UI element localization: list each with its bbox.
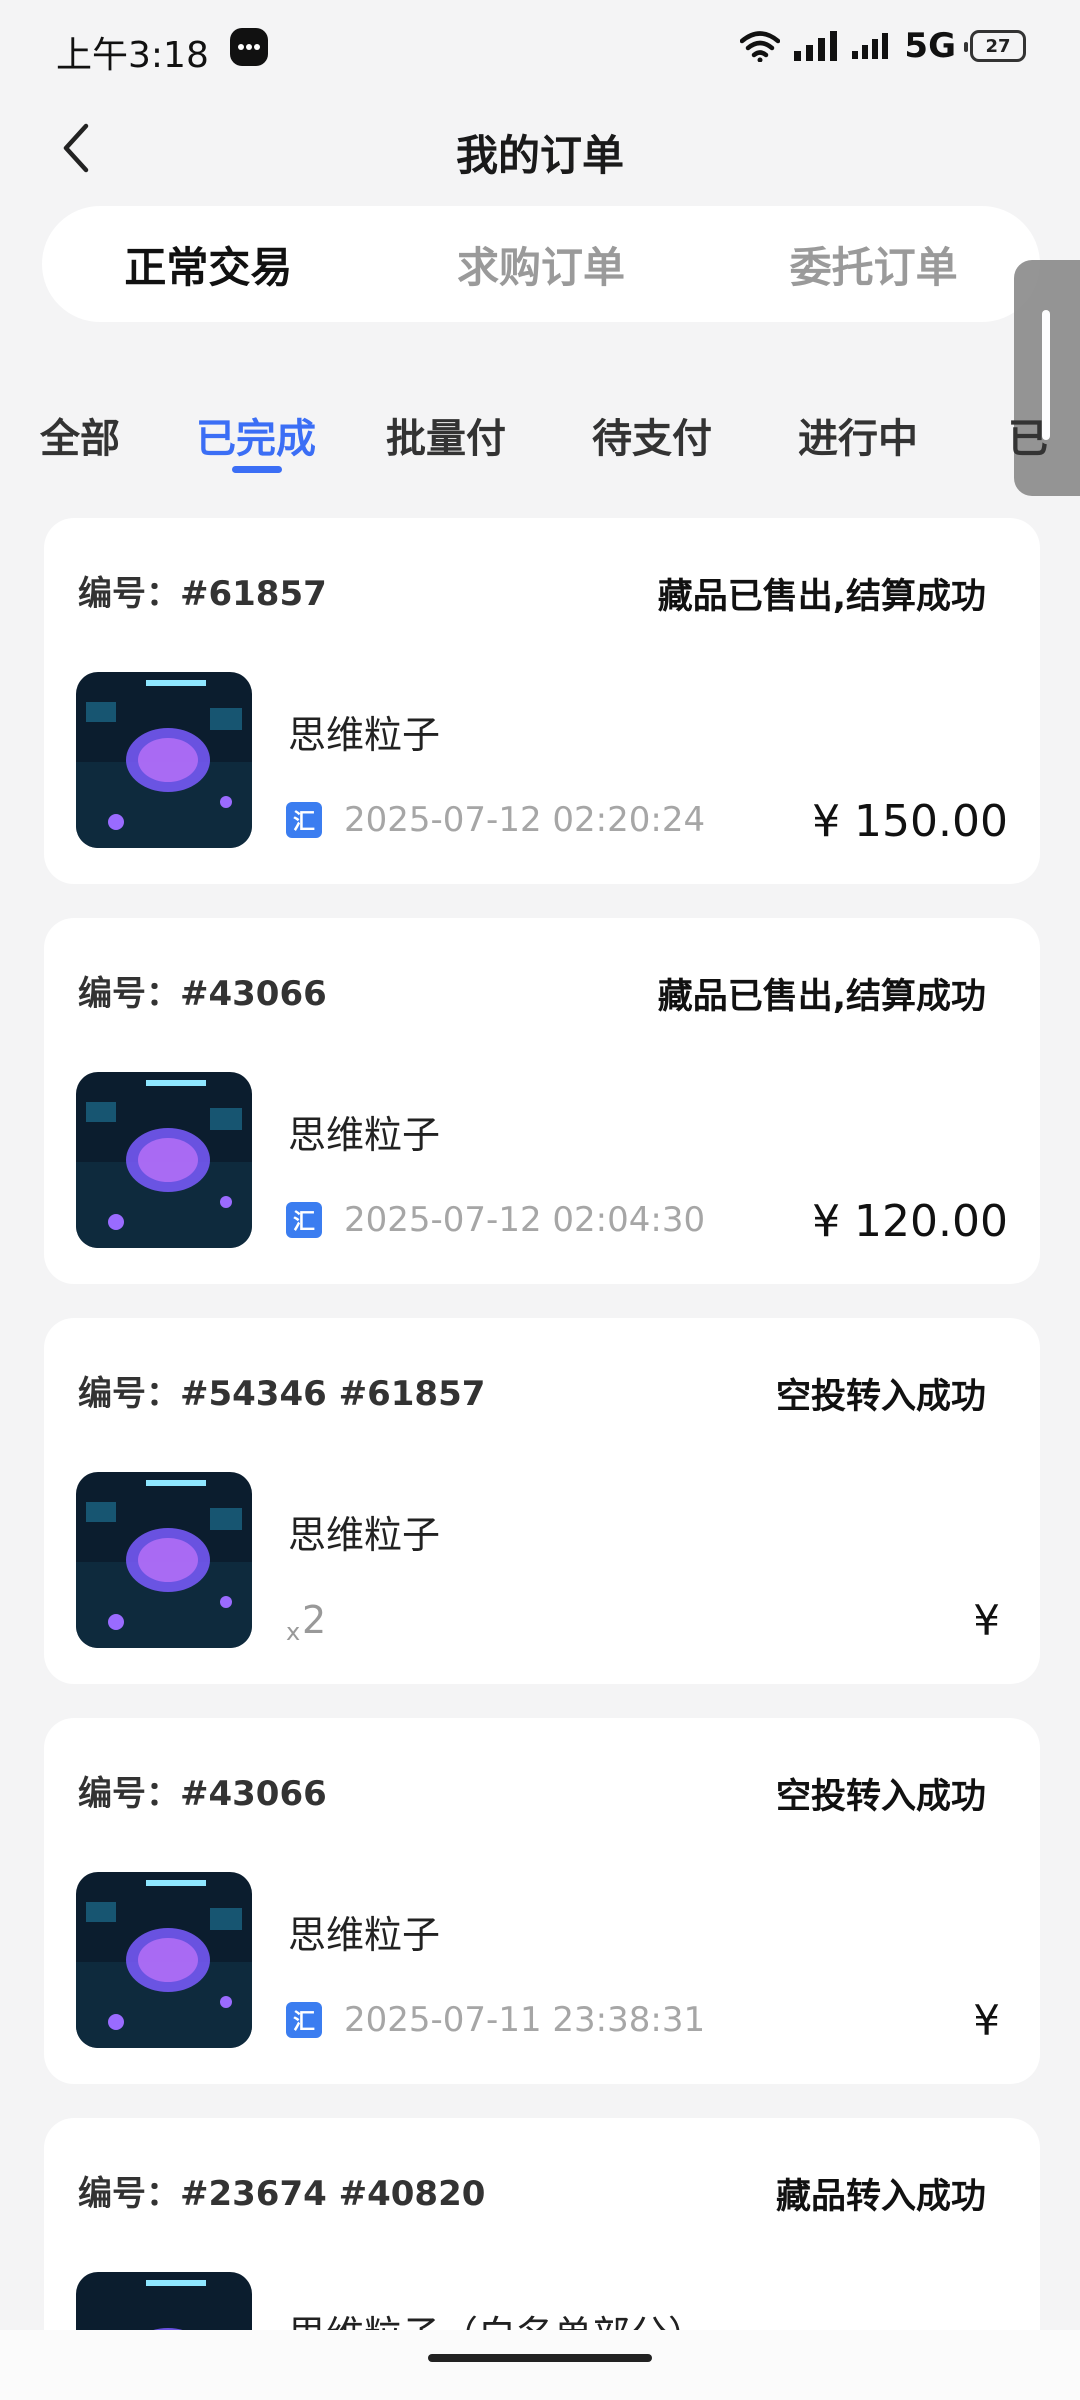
filter-tab-more[interactable]: 已 bbox=[1008, 406, 1048, 464]
order-price: ¥ bbox=[973, 1596, 1000, 1645]
status-filter-tabs: 全部 已完成 批量付 待支付 进行中 已 bbox=[0, 400, 1080, 480]
order-status: 空投转入成功 bbox=[775, 1377, 986, 1417]
filter-tab-completed[interactable]: 已完成 bbox=[196, 406, 316, 464]
filter-tab-all[interactable]: 全部 bbox=[40, 406, 120, 464]
status-bar: 上午3:18 5G 27 bbox=[0, 0, 1080, 92]
order-card[interactable]: 编号：#61857 藏品已售出,结算成功 思维粒子 汇 2025-07-12 0… bbox=[44, 518, 1040, 884]
order-card[interactable]: 编号：#54346 #61857 空投转入成功 思维粒子 x 2 ¥ bbox=[44, 1318, 1040, 1684]
tab-consignment-orders[interactable]: 委托订单 bbox=[707, 234, 1040, 295]
exchange-badge: 汇 bbox=[286, 2002, 322, 2038]
exchange-badge: 汇 bbox=[286, 802, 322, 838]
quantity-prefix: x bbox=[286, 1618, 301, 1646]
network-type: 5G bbox=[904, 26, 956, 66]
order-date: 2025-07-12 02:04:30 bbox=[344, 1200, 706, 1240]
order-number: 编号：#54346 #61857 bbox=[78, 1374, 486, 1414]
signal-icon bbox=[794, 31, 838, 61]
order-date: 2025-07-12 02:20:24 bbox=[344, 800, 706, 840]
order-status: 空投转入成功 bbox=[775, 1777, 986, 1817]
order-price: ¥ 150.00 bbox=[812, 796, 1008, 847]
order-price: ¥ 120.00 bbox=[812, 1196, 1008, 1247]
order-number: 编号：#23674 #40820 bbox=[78, 2174, 486, 2214]
item-name: 思维粒子 bbox=[288, 1113, 441, 1157]
order-status: 藏品已售出,结算成功 bbox=[657, 577, 986, 617]
quantity: 2 bbox=[302, 1598, 327, 1642]
item-name: 思维粒子 bbox=[288, 1913, 441, 1957]
wifi-icon bbox=[740, 31, 781, 62]
order-list: 编号：#61857 藏品已售出,结算成功 思维粒子 汇 2025-07-12 0… bbox=[44, 518, 1040, 2400]
exchange-badge: 汇 bbox=[286, 1202, 322, 1238]
item-thumbnail bbox=[76, 672, 252, 848]
order-price: ¥ bbox=[973, 1996, 1000, 2045]
order-type-tabs: 正常交易 求购订单 委托订单 bbox=[42, 206, 1040, 322]
order-card[interactable]: 编号：#43066 藏品已售出,结算成功 思维粒子 汇 2025-07-12 0… bbox=[44, 918, 1040, 1284]
active-tab-indicator bbox=[232, 466, 282, 473]
order-date: 2025-07-11 23:38:31 bbox=[344, 2000, 706, 2040]
item-thumbnail bbox=[76, 1472, 252, 1648]
status-time: 上午3:18 bbox=[56, 35, 209, 76]
order-number: 编号：#61857 bbox=[78, 574, 327, 614]
bottom-bar bbox=[0, 2330, 1080, 2400]
tab-normal-trade[interactable]: 正常交易 bbox=[42, 234, 375, 295]
tab-purchase-orders[interactable]: 求购订单 bbox=[375, 234, 708, 295]
battery-icon: 27 bbox=[964, 30, 1026, 62]
order-status: 藏品转入成功 bbox=[775, 2177, 986, 2217]
order-card[interactable]: 编号：#43066 空投转入成功 思维粒子 汇 2025-07-11 23:38… bbox=[44, 1718, 1040, 2084]
page-title: 我的订单 bbox=[455, 131, 624, 180]
signal-icon-secondary bbox=[852, 33, 889, 59]
filter-tab-in-progress[interactable]: 进行中 bbox=[798, 406, 918, 464]
battery-level: 27 bbox=[985, 35, 1011, 57]
item-name: 思维粒子 bbox=[288, 1513, 441, 1557]
item-thumbnail bbox=[76, 1872, 252, 2048]
header: 我的订单 bbox=[0, 108, 1080, 188]
chat-bubble-icon bbox=[230, 28, 268, 66]
item-name: 思维粒子 bbox=[288, 713, 441, 757]
order-number: 编号：#43066 bbox=[78, 1774, 327, 1814]
order-number: 编号：#43066 bbox=[78, 974, 327, 1014]
order-status: 藏品已售出,结算成功 bbox=[657, 977, 986, 1017]
filter-tab-batch-pay[interactable]: 批量付 bbox=[386, 406, 506, 464]
item-thumbnail bbox=[76, 1072, 252, 1248]
filter-tab-pending-payment[interactable]: 待支付 bbox=[592, 406, 712, 464]
home-indicator[interactable] bbox=[428, 2354, 652, 2362]
